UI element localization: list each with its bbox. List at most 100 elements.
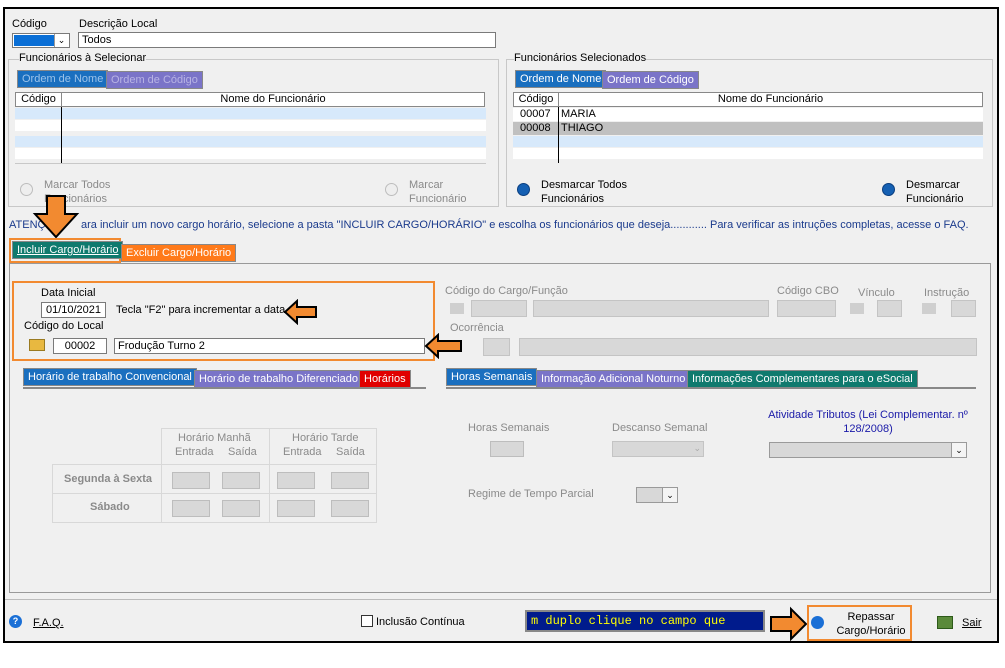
- arrow-left-icon: [283, 299, 317, 325]
- sabado-label: Sábado: [90, 501, 130, 513]
- codigo-label: Código: [12, 18, 47, 30]
- horas-semanais-label: Horas Semanais: [468, 422, 550, 434]
- repassar-button[interactable]: Repassar Cargo/Horário: [833, 610, 909, 638]
- row-divider: [161, 464, 377, 465]
- chevron-down-icon[interactable]: ⌄: [662, 488, 677, 502]
- right-col-codigo[interactable]: Código: [513, 92, 559, 107]
- time-input[interactable]: [277, 472, 315, 489]
- folder-icon: [450, 303, 464, 314]
- list-item[interactable]: [15, 136, 486, 147]
- inclusao-checkbox[interactable]: [361, 615, 373, 627]
- local-description-field[interactable]: Frodução Turno 2: [114, 338, 425, 354]
- tab-incluir[interactable]: Incluir Cargo/Horário: [12, 241, 124, 259]
- chevron-down-icon[interactable]: ⌄: [54, 34, 68, 47]
- entrada-label: Entrada: [175, 446, 214, 458]
- table-row[interactable]: 00007 MARIA: [513, 108, 983, 121]
- left-panel-title: Funcionários à Selecionar: [19, 52, 147, 64]
- repassar-icon[interactable]: [811, 616, 824, 629]
- folder-icon: [850, 303, 864, 314]
- codigo-local-field[interactable]: 00002: [53, 338, 107, 354]
- tab-horario-convencional[interactable]: Horário de trabalho Convencional: [23, 368, 197, 386]
- time-input[interactable]: [331, 500, 369, 517]
- ocorrencia-code-field: [483, 338, 510, 356]
- tab-horario-diferenciado[interactable]: Horário de trabalho Diferenciado: [194, 370, 363, 388]
- time-input[interactable]: [331, 472, 369, 489]
- arrow-left-icon: [424, 333, 462, 359]
- inclusao-label[interactable]: Inclusão Contínua: [376, 616, 465, 628]
- descanso-dropdown[interactable]: ⌄: [612, 441, 704, 457]
- grid-bottom: [15, 163, 486, 164]
- cbo-field: [777, 300, 836, 317]
- time-input[interactable]: [172, 500, 210, 517]
- row-nome: MARIA: [561, 108, 596, 120]
- regime-label: Regime de Tempo Parcial: [468, 488, 594, 500]
- unmark-all-button[interactable]: Desmarcar Todos Funcionários: [541, 178, 641, 206]
- right-col-nome[interactable]: Nome do Funcionário: [558, 92, 983, 107]
- tab-right-ordem-nome[interactable]: Ordem de Nome: [515, 70, 607, 88]
- tab-right-ordem-codigo[interactable]: Ordem de Código: [602, 71, 699, 89]
- list-item[interactable]: [15, 120, 486, 131]
- data-inicial-label: Data Inicial: [41, 287, 96, 299]
- chevron-down-icon[interactable]: ⌄: [951, 443, 966, 457]
- descricao-field[interactable]: Todos: [78, 32, 496, 48]
- column-divider: [61, 107, 62, 163]
- row-codigo: 00008: [520, 122, 551, 134]
- row-nome: THIAGO: [561, 122, 604, 134]
- chevron-down-icon: ⌄: [693, 443, 701, 453]
- arrow-down-icon: [32, 195, 80, 239]
- time-input[interactable]: [277, 500, 315, 517]
- help-icon[interactable]: ?: [9, 615, 22, 628]
- regime-dropdown[interactable]: ⌄: [636, 487, 678, 503]
- tab-adicional-noturno[interactable]: Informação Adicional Noturno: [536, 370, 691, 388]
- data-inicial-field[interactable]: 01/10/2021: [41, 302, 106, 318]
- tab-left-ordem-nome[interactable]: Ordem de Nome: [17, 70, 109, 88]
- table-row[interactable]: 00008 THIAGO: [513, 122, 983, 135]
- tab-esocial[interactable]: Informações Complementares para o eSocia…: [687, 370, 918, 388]
- unmark-one-button[interactable]: Desmarcar Funcionário: [906, 178, 976, 206]
- time-input[interactable]: [222, 500, 260, 517]
- vinculo-label: Vínculo: [858, 287, 895, 299]
- exit-icon[interactable]: [937, 616, 953, 629]
- right-panel-title: Funcionários Selecionados: [514, 52, 647, 64]
- tab-horarios[interactable]: Horários: [359, 370, 411, 388]
- tab-horas-semanais[interactable]: Horas Semanais: [446, 368, 538, 386]
- descanso-label: Descanso Semanal: [612, 422, 708, 434]
- codigo-selected: [14, 35, 54, 46]
- arrow-right-icon: [770, 606, 808, 642]
- left-col-codigo[interactable]: Código: [15, 92, 62, 107]
- list-item[interactable]: [15, 108, 486, 119]
- instrucao-label: Instrução: [924, 287, 970, 299]
- notice-text: ara incluir um novo cargo horário, selec…: [81, 219, 969, 231]
- folder-icon[interactable]: [29, 339, 45, 351]
- vinculo-field: [877, 300, 902, 317]
- list-item[interactable]: [513, 148, 983, 159]
- descricao-label: Descrição Local: [79, 18, 158, 30]
- col-divider: [269, 428, 270, 523]
- left-col-nome[interactable]: Nome do Funcionário: [61, 92, 485, 107]
- list-item[interactable]: [513, 136, 983, 147]
- sair-button[interactable]: Sair: [962, 617, 982, 629]
- atividade-dropdown[interactable]: ⌄: [769, 442, 967, 458]
- tab-excluir[interactable]: Excluir Cargo/Horário: [121, 244, 237, 262]
- unmark-one-icon[interactable]: [882, 183, 895, 196]
- unmark-all-icon[interactable]: [517, 183, 530, 196]
- row-codigo: 00007: [520, 108, 551, 120]
- horas-semanais-field[interactable]: [490, 441, 524, 457]
- mark-one-icon[interactable]: [385, 183, 398, 196]
- tab-left-ordem-codigo[interactable]: Ordem de Código: [106, 71, 203, 89]
- faq-link[interactable]: F.A.Q.: [33, 617, 64, 629]
- time-input[interactable]: [222, 472, 260, 489]
- row-divider: [52, 493, 377, 494]
- list-item[interactable]: [15, 148, 486, 159]
- tecla-hint: Tecla "F2" para incrementar a data.: [116, 304, 289, 316]
- marquee-banner: m duplo clique no campo que: [525, 610, 765, 632]
- time-input[interactable]: [172, 472, 210, 489]
- codigo-dropdown[interactable]: ⌄: [12, 33, 70, 48]
- saida-label: Saída: [228, 446, 257, 458]
- mark-one-button[interactable]: Marcar Funcionário: [409, 178, 479, 206]
- ocorrencia-label: Ocorrência: [450, 322, 504, 334]
- instrucao-field: [951, 300, 976, 317]
- tab-baseline: [446, 387, 976, 389]
- folder-icon: [922, 303, 936, 314]
- tarde-label: Horário Tarde: [292, 432, 359, 444]
